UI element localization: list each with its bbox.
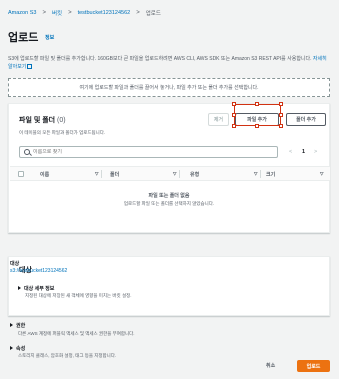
sort-icon[interactable]: ▽ xyxy=(254,171,257,177)
caret-right-icon xyxy=(10,346,13,350)
properties-toggle[interactable]: 속성 xyxy=(10,345,25,352)
add-files-button[interactable]: 파일 추가 xyxy=(235,113,279,126)
info-link[interactable]: 정보 xyxy=(45,34,54,41)
breadcrumb-separator: > xyxy=(42,10,46,16)
page-description: S3에 업로드할 파일 및 폴더를 추가합니다. 160GB보다 큰 파일을 업… xyxy=(8,55,330,71)
selection-handle xyxy=(279,124,283,128)
files-title-text: 파일 및 폴더 xyxy=(19,117,56,124)
files-count: (0) xyxy=(57,117,66,124)
sort-icon[interactable]: ▽ xyxy=(320,171,323,177)
caret-right-icon xyxy=(18,286,21,290)
properties-description: 스토리지 클래스, 암호화 설정, 태그 등을 지정합니다. xyxy=(18,353,117,358)
page-title: 업로드 xyxy=(8,32,39,44)
cancel-button[interactable]: 취소 xyxy=(266,362,275,369)
remove-button[interactable]: 제거 xyxy=(208,113,229,126)
upload-button[interactable]: 업로드 xyxy=(297,360,330,372)
selection-handle xyxy=(255,102,259,106)
breadcrumb-amazon-s3[interactable]: Amazon S3 xyxy=(8,10,36,16)
add-folder-button[interactable]: 폴더 추가 xyxy=(286,113,326,126)
next-page-button[interactable]: > xyxy=(314,149,317,155)
selection-handle xyxy=(232,102,236,106)
external-link-icon xyxy=(27,63,33,69)
select-all-checkbox[interactable] xyxy=(18,171,24,177)
selection-handle xyxy=(279,102,283,106)
permissions-description: 다른 AWS 계정에 퍼블릭 액세스 및 액세스 권한을 부여합니다. xyxy=(18,331,135,336)
search-input[interactable] xyxy=(33,149,233,155)
page-number[interactable]: 1 xyxy=(302,149,305,155)
files-and-folders-panel: 파일 및 폴더 (0) 이 테이블의 모든 파일과 폴더가 업로드됩니다. 제거… xyxy=(8,102,330,233)
permissions-title: 권한 xyxy=(16,323,26,329)
table-header: 이름 ▽ 폴더 ▽ 유형 ▽ 크기 ▽ xyxy=(10,166,330,181)
column-divider xyxy=(179,170,180,178)
selection-handle xyxy=(279,113,283,117)
column-divider xyxy=(101,170,102,178)
column-type[interactable]: 유형 xyxy=(190,171,199,178)
drop-zone-text: 여기에 업로드할 파일과 폴더를 끌어서 놓거나, 파일 추가 또는 폴더 추가… xyxy=(79,85,259,91)
search-field[interactable] xyxy=(19,146,278,158)
column-folder[interactable]: 폴더 xyxy=(110,171,119,178)
description-text: S3에 업로드할 파일 및 폴더를 추가합니다. 160GB보다 큰 파일을 업… xyxy=(8,56,312,62)
properties-title: 속성 xyxy=(16,346,26,352)
breadcrumb-current: 업로드 xyxy=(145,11,161,17)
breadcrumb-buckets[interactable]: 버킷 xyxy=(52,9,62,17)
permissions-toggle[interactable]: 권한 xyxy=(10,322,25,329)
destination-details-title: 대상 세부 정보 xyxy=(24,286,55,292)
search-icon xyxy=(24,149,30,155)
empty-state-title: 파일 또는 폴더 없음 xyxy=(148,193,190,199)
sort-icon[interactable]: ▽ xyxy=(95,171,98,177)
destination-label: 대상 xyxy=(10,261,20,267)
column-size[interactable]: 크기 xyxy=(266,171,275,178)
column-name[interactable]: 이름 xyxy=(40,171,49,178)
breadcrumb-separator: > xyxy=(68,10,72,16)
column-divider xyxy=(260,170,261,178)
files-panel-subtitle: 이 테이블의 모든 파일과 폴더가 업로드됩니다. xyxy=(19,130,106,135)
breadcrumb: Amazon S3 > 버킷 > testbucket123124562 > 업… xyxy=(8,9,161,17)
drop-zone[interactable]: 여기에 업로드할 파일과 폴더를 끌어서 놓거나, 파일 추가 또는 폴더 추가… xyxy=(8,78,330,97)
caret-right-icon xyxy=(10,323,13,327)
sort-icon[interactable]: ▽ xyxy=(173,171,176,177)
empty-state-subtitle: 업로드할 파일 또는 폴더를 선택하지 않았습니다. xyxy=(123,201,215,206)
destination-bucket-link[interactable]: s3://testbucket123124562 xyxy=(10,268,67,274)
breadcrumb-bucket[interactable]: testbucket123124562 xyxy=(78,10,131,16)
destination-details-description: 지정된 대상에 저장된 새 객체에 영향을 미치는 버킷 설정. xyxy=(25,293,132,298)
previous-page-button[interactable]: < xyxy=(289,149,292,155)
destination-details-toggle[interactable]: 대상 세부 정보 xyxy=(18,285,54,292)
destination-panel: 대상 xyxy=(8,256,330,316)
files-panel-title: 파일 및 폴더 (0) xyxy=(19,115,66,125)
breadcrumb-separator: > xyxy=(136,10,140,16)
